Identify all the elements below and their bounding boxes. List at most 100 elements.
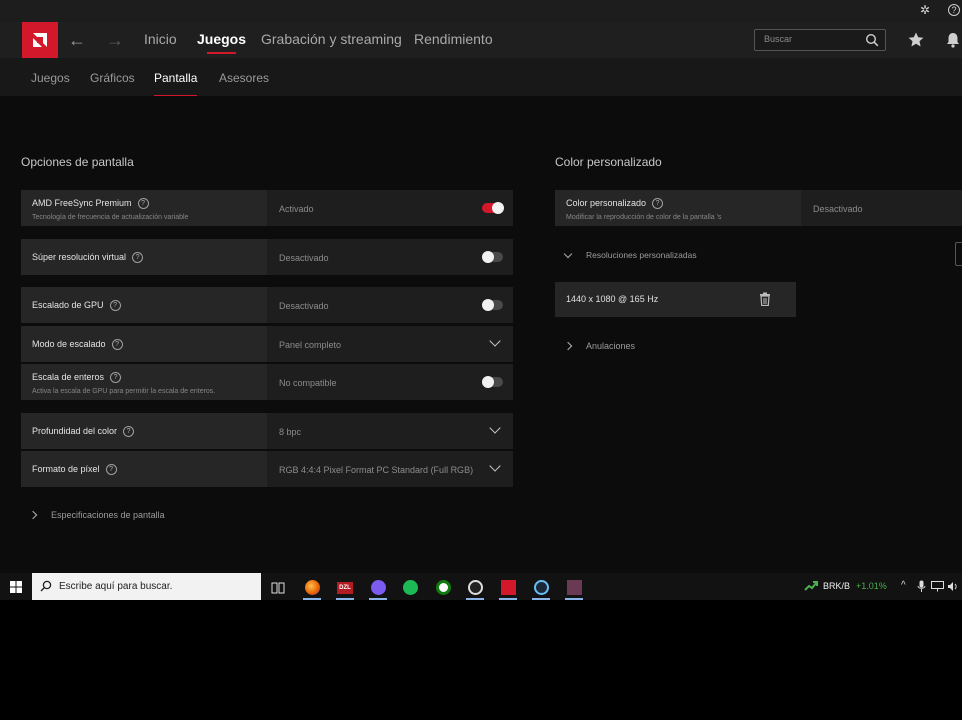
stock-symbol[interactable]: BRK/B (823, 581, 850, 591)
color-depth-row[interactable]: Profundidad del color? 8 bpc (21, 413, 513, 449)
pixel-format-value: RGB 4:4:4 Pixel Format PC Standard (Full… (279, 465, 474, 475)
steam-icon[interactable] (529, 577, 553, 600)
chevron-up-icon[interactable]: ^ (901, 580, 906, 591)
sub-tabs-bar: Juegos Gráficos Pantalla Asesores (0, 58, 962, 97)
help-icon[interactable]: ? (105, 464, 117, 476)
main-content: Opciones de pantalla AMD FreeSync Premiu… (0, 96, 962, 573)
search-icon[interactable] (865, 33, 879, 47)
chevron-down-icon[interactable] (489, 422, 501, 434)
taskbar-search-placeholder: Escribe aquí para buscar. (59, 581, 173, 592)
tab-grabacion-streaming[interactable]: Grabación y streaming (261, 31, 402, 47)
integer-scaling-row: Escala de enteros? Activa la escala de G… (21, 364, 513, 400)
gpu-scaling-label-cell: Escalado de GPU? (21, 287, 267, 323)
integer-scaling-value: No compatible (279, 378, 337, 388)
custom-color-label-cell: Color personalizado? Modificar la reprod… (555, 190, 801, 226)
resolution-value: 1440 x 1080 @ 165 Hz (566, 294, 659, 304)
help-icon[interactable]: ? (111, 339, 123, 351)
amd-logo[interactable] (22, 22, 58, 58)
custom-resolution-entry[interactable]: 1440 x 1080 @ 165 Hz (555, 282, 796, 317)
freesync-row: AMD FreeSync Premium? Tecnología de frec… (21, 190, 513, 226)
color-depth-value: 8 bpc (279, 427, 302, 437)
stock-change: +1.01% (856, 581, 887, 591)
gpu-scaling-label: Escalado de GPU (32, 300, 104, 310)
amd-arrow-icon (33, 33, 47, 47)
color-depth-label-cell: Profundidad del color? (21, 413, 267, 449)
subtab-pantalla[interactable]: Pantalla (154, 71, 198, 97)
chevron-down-icon[interactable] (489, 460, 501, 472)
tab-juegos[interactable]: Juegos (197, 31, 246, 54)
search-box[interactable]: Buscar (754, 29, 886, 51)
back-arrow-icon[interactable]: ← (67, 30, 87, 50)
tab-inicio[interactable]: Inicio (144, 31, 177, 47)
custom-color-value: Desactivado (813, 204, 863, 214)
amd-software-icon[interactable] (496, 577, 520, 600)
help-icon[interactable]: ? (109, 300, 121, 312)
help-icon[interactable]: ? (132, 252, 144, 264)
windows-taskbar: Escribe aquí para buscar. DZL BRK/B +1.0… (0, 573, 962, 600)
integer-scaling-label-cell: Escala de enteros? Activa la escala de G… (21, 364, 267, 400)
help-icon[interactable]: ? (137, 198, 149, 210)
gpu-scaling-row: Escalado de GPU? Desactivado (21, 287, 513, 323)
windows-start-icon[interactable] (10, 581, 22, 593)
subtab-graficos[interactable]: Gráficos (90, 71, 135, 85)
freesync-label: AMD FreeSync Premium (32, 198, 132, 208)
toggle-knob (482, 376, 494, 388)
trash-icon[interactable] (759, 292, 771, 306)
vsr-label: Súper resolución virtual (32, 252, 127, 262)
obs-dzl-icon[interactable]: DZL (333, 577, 357, 600)
scaling-mode-row[interactable]: Modo de escalado? Panel completo (21, 326, 513, 362)
display-options-title: Opciones de pantalla (21, 155, 134, 169)
help-icon[interactable]: ? (123, 426, 135, 438)
favorites-star-icon[interactable] (907, 31, 925, 49)
spotify-icon[interactable] (398, 577, 422, 598)
custom-color-label: Color personalizado (566, 198, 647, 208)
toggle-knob (482, 299, 494, 311)
scaling-mode-label-cell: Modo de escalado? (21, 326, 267, 362)
title-bar: ✲ ? (0, 0, 962, 22)
xbox-icon[interactable] (431, 577, 455, 598)
subtab-juegos[interactable]: Juegos (31, 71, 70, 85)
forward-arrow-icon[interactable]: → (105, 30, 125, 50)
main-header: ← → Inicio Juegos Grabación y streaming … (0, 22, 962, 58)
microphone-icon[interactable] (917, 580, 926, 593)
freesync-description: Tecnología de frecuencia de actualizació… (32, 214, 189, 221)
subtab-asesores[interactable]: Asesores (219, 71, 269, 85)
pixel-format-row[interactable]: Formato de píxel? RGB 4:4:4 Pixel Format… (21, 451, 513, 487)
side-panel-handle[interactable] (955, 242, 962, 266)
discord-icon[interactable] (366, 577, 390, 600)
chevron-right-icon[interactable] (563, 341, 573, 351)
search-icon (40, 580, 52, 592)
integer-scaling-toggle[interactable] (482, 376, 503, 388)
game-app-icon[interactable] (562, 577, 586, 600)
scaling-mode-label: Modo de escalado (32, 339, 106, 349)
help-icon[interactable]: ? (948, 4, 960, 16)
firefox-icon[interactable] (300, 577, 324, 600)
help-icon[interactable]: ? (110, 372, 122, 384)
chevron-down-icon[interactable] (489, 335, 501, 347)
network-icon[interactable] (931, 581, 944, 592)
notifications-bell-icon[interactable] (944, 31, 962, 49)
tab-rendimiento[interactable]: Rendimiento (414, 31, 493, 47)
display-specs-link[interactable]: Especificaciones de pantalla (51, 510, 165, 520)
chevron-right-icon[interactable] (28, 510, 38, 520)
stock-trend-icon (804, 581, 818, 591)
integer-scaling-description: Activa la escala de GPU para permitir la… (32, 388, 216, 395)
custom-color-row: Color personalizado? Modificar la reprod… (555, 190, 962, 226)
volume-icon[interactable] (947, 581, 959, 592)
integer-scaling-label: Escala de enteros (32, 372, 105, 382)
clock-app-icon[interactable] (463, 577, 487, 600)
gpu-scaling-toggle[interactable] (482, 299, 503, 311)
freesync-toggle[interactable] (482, 202, 504, 214)
vsr-value: Desactivado (279, 253, 329, 263)
taskbar-search-box[interactable]: Escribe aquí para buscar. (32, 573, 261, 600)
bug-report-icon[interactable]: ✲ (918, 3, 932, 17)
overrides-link[interactable]: Anulaciones (586, 341, 635, 351)
help-icon[interactable]: ? (652, 198, 664, 210)
custom-resolutions-toggle[interactable]: Resoluciones personalizadas (586, 250, 697, 260)
chevron-down-icon[interactable] (563, 249, 573, 259)
task-view-icon[interactable] (266, 577, 290, 598)
toggle-knob (492, 202, 504, 214)
search-placeholder: Buscar (764, 34, 793, 44)
vsr-toggle[interactable] (482, 251, 503, 263)
vsr-label-cell: Súper resolución virtual? (21, 239, 267, 275)
